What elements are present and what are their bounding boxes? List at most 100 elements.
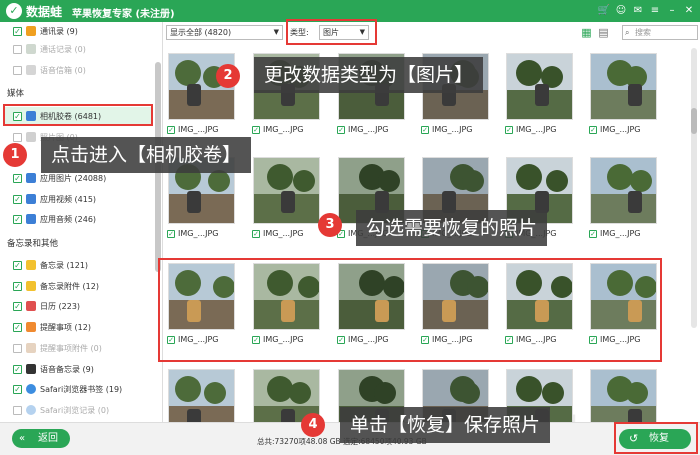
photo-thumbnail[interactable]	[253, 263, 320, 330]
checkbox[interactable]: ✓	[252, 335, 260, 344]
checkbox[interactable]: ✓	[13, 173, 22, 183]
photo-thumbnail[interactable]	[590, 369, 657, 422]
checkbox[interactable]: ✓	[13, 322, 22, 332]
back-button[interactable]: « 返回	[12, 429, 70, 448]
photo-thumbnail[interactable]	[590, 157, 657, 224]
sidebar-item-voicemail[interactable]: ✓ 语音信箱 (0)	[0, 61, 154, 79]
sidebar-item-safari-bookmarks[interactable]: ✓ Safari浏览器书签 (19)	[0, 380, 154, 398]
photo-filename-row[interactable]: ✓IMG_...JPG	[337, 124, 411, 135]
sidebar-item-reminder-attachments[interactable]: ✓ 提醒事项附件 (0)	[0, 339, 154, 357]
checkbox[interactable]: ✓	[13, 301, 22, 311]
user-icon[interactable]: ☺	[614, 3, 628, 18]
photo-filename-row[interactable]: ✓IMG_...JPG	[505, 124, 579, 135]
sidebar-item-calendar[interactable]: ✓ 日历 (223)	[0, 297, 154, 315]
checkbox[interactable]: ✓	[13, 26, 22, 36]
photo-thumbnail[interactable]	[590, 263, 657, 330]
photo-filename-row[interactable]: ✓IMG_...JPG	[252, 228, 326, 239]
filter-select[interactable]: 显示全部 (4820) ▼	[166, 25, 283, 40]
restore-button[interactable]: ↺ 恢复	[619, 429, 691, 449]
sidebar-item-reminders[interactable]: ✓ 提醒事项 (12)	[0, 318, 154, 336]
checkbox[interactable]: ✓	[167, 125, 175, 134]
checkbox[interactable]: ✓	[252, 125, 260, 134]
photo-filename-row[interactable]: ✓IMG_...JPG	[252, 334, 326, 345]
checkbox[interactable]: ✓	[252, 229, 260, 238]
checkbox[interactable]: ✓	[13, 44, 22, 54]
checkbox[interactable]: ✓	[13, 343, 22, 353]
photo-content	[298, 276, 319, 298]
checkbox[interactable]: ✓	[13, 132, 22, 142]
photo-filename-row[interactable]: ✓IMG_...JPG	[167, 334, 241, 345]
type-label: 类型:	[290, 28, 309, 37]
checkbox[interactable]: ✓	[337, 335, 345, 344]
photo-filename-row[interactable]: ✓IMG_...JPG	[167, 124, 241, 135]
sidebar-item-label: 语音信箱 (0)	[40, 65, 86, 75]
checkbox[interactable]: ✓	[421, 335, 429, 344]
list-view-icon[interactable]: ▤	[596, 25, 611, 40]
sidebar-item-label: 提醒事项 (12)	[40, 322, 91, 332]
checkbox[interactable]: ✓	[13, 194, 22, 204]
sidebar-item-call-log[interactable]: ✓ 通话记录 (0)	[0, 40, 154, 58]
type-select[interactable]: 图片 ▼	[319, 25, 369, 40]
close-icon[interactable]: ✕	[682, 3, 696, 18]
sidebar-item-safari-history[interactable]: ✓ Safari浏览记录 (0)	[0, 401, 154, 419]
sidebar-item-contacts[interactable]: ✓ 通讯录 (9)	[0, 22, 154, 40]
photo-thumbnail[interactable]	[338, 263, 405, 330]
photo-thumbnail[interactable]	[168, 369, 235, 422]
step-4-badge: 4	[301, 413, 325, 437]
photo-thumbnail[interactable]	[253, 157, 320, 224]
gallery-scrollbar[interactable]	[691, 48, 697, 328]
search-input[interactable]: ⌕ 搜索	[622, 25, 698, 40]
photo-filename-row[interactable]: ✓IMG_...JPG	[252, 124, 326, 135]
photo-filename-row[interactable]: ✓IMG_...JPG	[421, 124, 495, 135]
checkbox[interactable]: ✓	[421, 125, 429, 134]
photo-content	[187, 409, 201, 422]
photo-thumbnail[interactable]	[506, 53, 573, 120]
photo-filename-row[interactable]: ✓IMG_...JPG	[421, 334, 495, 345]
photo-filename-row[interactable]: ✓IMG_...JPG	[589, 228, 663, 239]
voice-memo-icon	[26, 364, 36, 374]
checkbox[interactable]: ✓	[505, 125, 513, 134]
checkbox[interactable]: ✓	[13, 65, 22, 75]
photo-thumbnail[interactable]	[422, 263, 489, 330]
checkbox[interactable]: ✓	[13, 260, 22, 270]
scrollbar-thumb[interactable]	[691, 108, 697, 134]
photo-filename: IMG_...JPG	[348, 125, 389, 134]
photo-filename: IMG_...JPG	[600, 125, 641, 134]
sidebar-item-note-attachments[interactable]: ✓ 备忘录附件 (12)	[0, 277, 154, 295]
photo-thumbnail[interactable]	[506, 263, 573, 330]
photo-filename-row[interactable]: ✓IMG_...JPG	[505, 334, 579, 345]
chat-icon[interactable]: ✉	[631, 3, 645, 18]
sidebar-item-app-audio[interactable]: ✓ 应用音频 (246)	[0, 210, 154, 228]
minimize-icon[interactable]: –	[665, 3, 679, 18]
checkbox[interactable]: ✓	[589, 125, 597, 134]
photo-thumbnail[interactable]	[168, 263, 235, 330]
checkbox[interactable]: ✓	[167, 335, 175, 344]
grid-view-icon[interactable]: ▦	[579, 25, 594, 40]
checkbox[interactable]: ✓	[13, 405, 22, 415]
checkbox[interactable]: ✓	[13, 281, 22, 291]
photo-filename-row[interactable]: ✓IMG_...JPG	[337, 334, 411, 345]
sidebar-item-notes[interactable]: ✓ 备忘录 (121)	[0, 256, 154, 274]
photo-filename-row[interactable]: ✓IMG_...JPG	[589, 334, 663, 345]
checkbox[interactable]: ✓	[589, 335, 597, 344]
sidebar-item-app-videos[interactable]: ✓ 应用视频 (415)	[0, 190, 154, 208]
photo-content	[635, 276, 656, 298]
sidebar-item-voice-memos[interactable]: ✓ 语音备忘录 (9)	[0, 360, 154, 378]
photo-thumbnail[interactable]	[590, 53, 657, 120]
checkbox[interactable]: ✓	[337, 125, 345, 134]
photo-content	[546, 170, 568, 192]
menu-icon[interactable]: ≡	[648, 3, 662, 18]
step-1-callout: 点击进入【相机胶卷】	[41, 137, 252, 173]
cart-icon[interactable]: 🛒	[597, 3, 611, 18]
photo-filename-row[interactable]: ✓IMG_...JPG	[167, 228, 241, 239]
photo-filename-row[interactable]: ✓IMG_...JPG	[589, 124, 663, 135]
checkbox[interactable]: ✓	[589, 229, 597, 238]
checkbox[interactable]: ✓	[167, 229, 175, 238]
checkbox[interactable]: ✓	[13, 214, 22, 224]
checkbox[interactable]: ✓	[13, 384, 22, 394]
checkbox[interactable]: ✓	[13, 364, 22, 374]
back-label: 返回	[38, 433, 58, 444]
checkbox[interactable]: ✓	[505, 335, 513, 344]
checkbox[interactable]: ✓	[13, 111, 22, 121]
sidebar-item-camera-roll[interactable]: ✓ 相机胶卷 (6481)	[4, 107, 152, 125]
